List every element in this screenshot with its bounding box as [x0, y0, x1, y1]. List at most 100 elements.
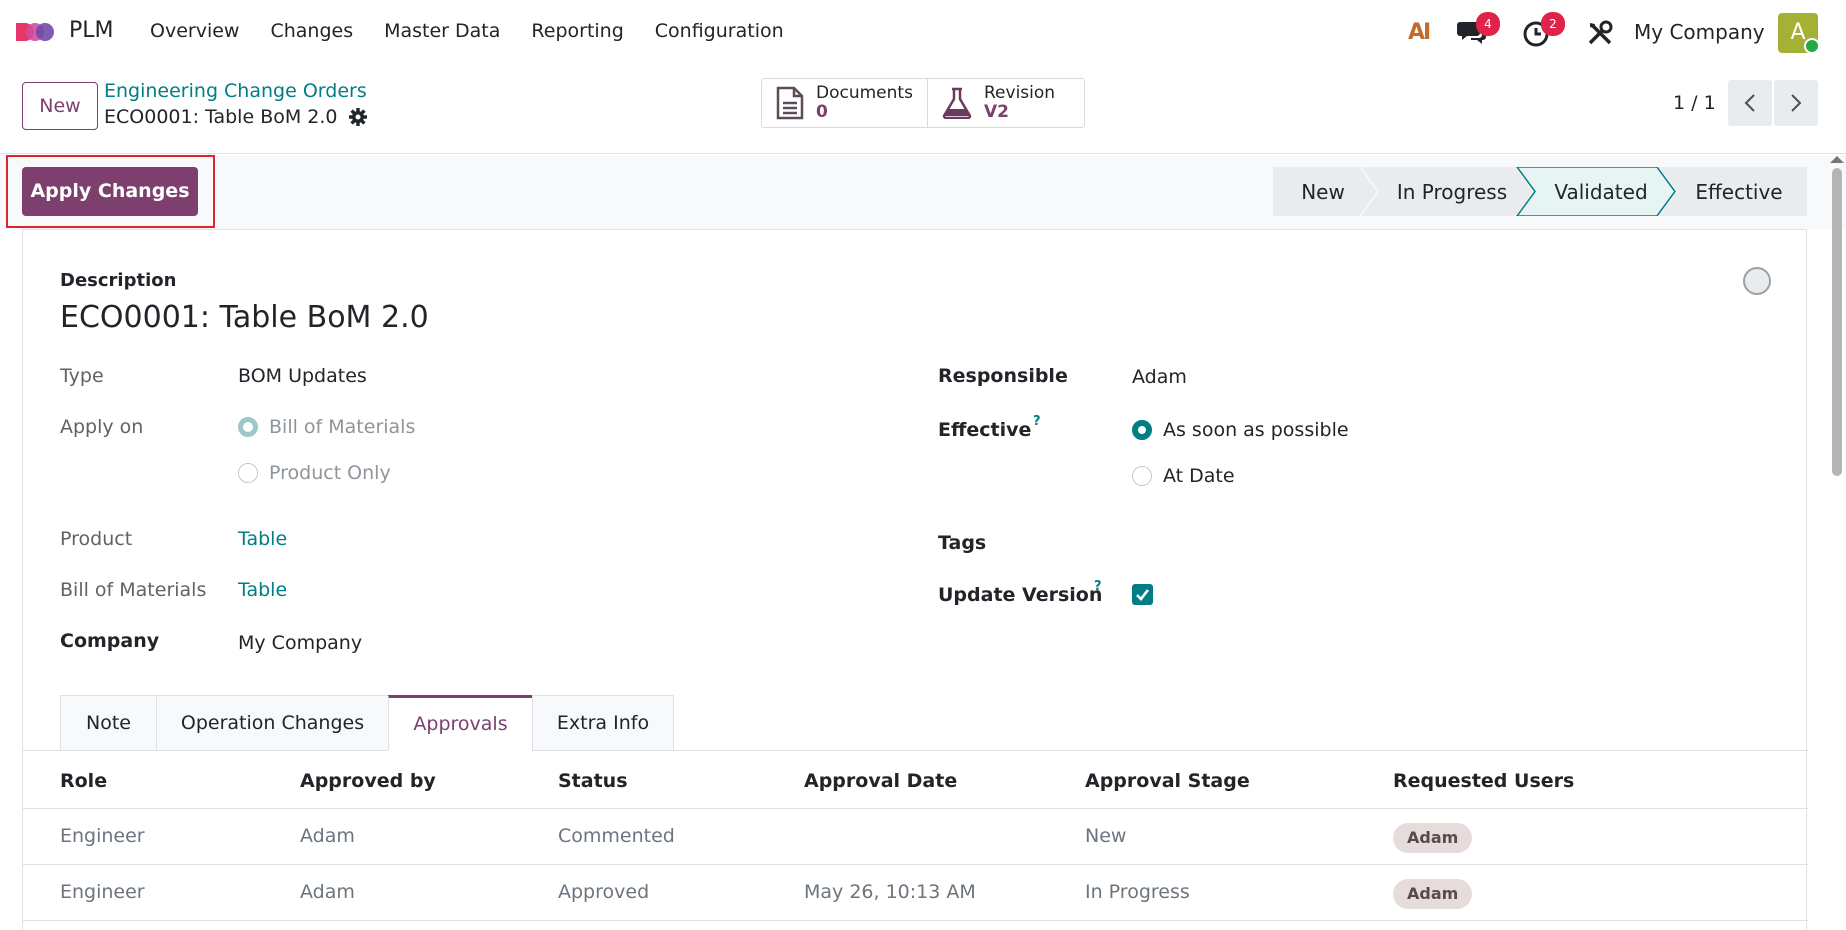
- row1-approved-by: Adam: [300, 825, 355, 847]
- form-sheet: Description ECO0001: Table BoM 2.0 Type …: [22, 229, 1808, 930]
- product-link[interactable]: Table: [238, 528, 287, 550]
- menu-overview[interactable]: Overview: [150, 20, 239, 42]
- tab-extra-info[interactable]: Extra Info: [532, 695, 674, 751]
- update-version-checkbox[interactable]: [1132, 584, 1153, 605]
- company-value[interactable]: My Company: [238, 632, 362, 654]
- row1-role: Engineer: [60, 825, 145, 847]
- ai-icon[interactable]: AI: [1408, 20, 1431, 45]
- effective-asap-label[interactable]: As soon as possible: [1163, 419, 1349, 441]
- stage-effective-label: Effective: [1695, 179, 1783, 204]
- bom-link[interactable]: Table: [238, 579, 287, 601]
- record-title: ECO0001: Table BoM 2.0: [104, 106, 368, 128]
- col-status[interactable]: Status: [558, 770, 628, 792]
- apply-on-bom-radio[interactable]: [238, 417, 258, 437]
- apply-changes-button[interactable]: Apply Changes: [22, 167, 198, 216]
- statusbar: Apply Changes New In Progress Validated …: [0, 155, 1846, 229]
- app-logo-icon[interactable]: [16, 18, 58, 46]
- top-navbar: PLM Overview Changes Master Data Reporti…: [0, 0, 1846, 64]
- effective-asap-radio[interactable]: [1132, 420, 1152, 440]
- control-panel: New Engineering Change Orders ECO0001: T…: [0, 64, 1846, 154]
- effective-help-icon[interactable]: ?: [1033, 414, 1041, 429]
- stage-in-progress[interactable]: In Progress: [1373, 167, 1531, 216]
- effective-date-radio[interactable]: [1132, 466, 1152, 486]
- stage-validated[interactable]: Validated: [1531, 167, 1671, 216]
- documents-count: 0: [816, 102, 828, 122]
- row2-stage: In Progress: [1085, 881, 1190, 903]
- update-version-help-icon[interactable]: ?: [1094, 579, 1102, 594]
- type-value[interactable]: BOM Updates: [238, 365, 367, 387]
- pager-next-button[interactable]: [1774, 80, 1818, 126]
- scroll-up-arrow[interactable]: [1830, 156, 1844, 163]
- stage-new[interactable]: New: [1273, 167, 1373, 216]
- description-title[interactable]: ECO0001: Table BoM 2.0: [60, 300, 429, 335]
- description-label: Description: [60, 270, 177, 291]
- col-requested-users[interactable]: Requested Users: [1393, 770, 1574, 792]
- row2-role: Engineer: [60, 881, 145, 903]
- revision-smart-button[interactable]: Revision V2: [927, 79, 1084, 127]
- smart-buttons: Documents 0 Revision V2: [761, 78, 1085, 128]
- apply-on-label: Apply on: [60, 416, 144, 438]
- app-name[interactable]: PLM: [69, 18, 114, 43]
- chevron-right-icon: [1791, 94, 1802, 112]
- tab-operation-changes[interactable]: Operation Changes: [156, 695, 389, 751]
- col-approval-stage[interactable]: Approval Stage: [1085, 770, 1250, 792]
- tab-note[interactable]: Note: [60, 695, 157, 751]
- breadcrumb-link[interactable]: Engineering Change Orders: [104, 80, 367, 102]
- documents-label: Documents: [816, 83, 913, 103]
- stage-new-label: New: [1301, 179, 1345, 204]
- responsible-value[interactable]: Adam: [1132, 366, 1187, 388]
- revision-value: V2: [984, 102, 1009, 122]
- update-version-label: Update Version: [938, 584, 1103, 606]
- product-label: Product: [60, 528, 133, 550]
- bom-label: Bill of Materials: [60, 579, 207, 601]
- documents-smart-button[interactable]: Documents 0: [762, 79, 927, 127]
- menu-configuration[interactable]: Configuration: [655, 20, 784, 42]
- menu-changes[interactable]: Changes: [270, 20, 353, 42]
- apply-on-bom-label[interactable]: Bill of Materials: [269, 416, 415, 438]
- col-approved-by[interactable]: Approved by: [300, 770, 436, 792]
- pager-value[interactable]: 1 / 1: [1673, 92, 1716, 114]
- record-title-text: ECO0001: Table BoM 2.0: [104, 106, 338, 128]
- row2-user-tag: Adam: [1393, 879, 1473, 909]
- row2-date: May 26, 10:13 AM: [804, 881, 976, 903]
- tab-operation-changes-label: Operation Changes: [180, 712, 365, 734]
- activities-badge: 2: [1541, 12, 1565, 36]
- effective-label: Effective: [938, 419, 1032, 441]
- row2-status: Approved: [558, 881, 650, 903]
- responsible-label: Responsible: [938, 365, 1068, 387]
- effective-date-label[interactable]: At Date: [1163, 465, 1235, 487]
- flask-icon: [942, 87, 972, 119]
- notebook-tabs: Note Operation Changes Approvals Extra I…: [60, 695, 674, 751]
- pager-previous-button[interactable]: [1728, 80, 1772, 126]
- checkmark-icon: [1136, 589, 1150, 601]
- col-approval-date[interactable]: Approval Date: [804, 770, 957, 792]
- header-divider: [23, 808, 1808, 809]
- row-divider: [23, 864, 1808, 865]
- messages-badge: 4: [1476, 12, 1500, 36]
- row2-approved-by: Adam: [300, 881, 355, 903]
- company-label: Company: [60, 630, 160, 652]
- apply-on-product-radio[interactable]: [238, 463, 258, 483]
- revision-label: Revision: [984, 83, 1056, 103]
- col-role[interactable]: Role: [60, 770, 107, 792]
- apply-on-product-label[interactable]: Product Only: [269, 462, 391, 484]
- new-record-button[interactable]: New: [22, 82, 98, 130]
- row1-stage: New: [1085, 825, 1127, 847]
- tab-extra-info-label: Extra Info: [556, 712, 650, 734]
- vertical-scrollbar[interactable]: [1832, 168, 1842, 476]
- tab-approvals[interactable]: Approvals: [388, 695, 533, 751]
- type-label: Type: [60, 365, 104, 387]
- main-menu: Overview Changes Master Data Reporting C…: [150, 20, 815, 42]
- chevron-left-icon: [1744, 94, 1755, 112]
- gear-icon[interactable]: [348, 107, 368, 127]
- menu-master-data[interactable]: Master Data: [384, 20, 500, 42]
- row1-status: Commented: [558, 825, 675, 847]
- stage-effective[interactable]: Effective: [1671, 167, 1807, 216]
- stage-list: New In Progress Validated Effective: [1273, 167, 1807, 216]
- stage-validated-label: Validated: [1554, 179, 1648, 204]
- menu-reporting[interactable]: Reporting: [531, 20, 623, 42]
- tab-note-label: Note: [86, 712, 131, 734]
- tools-icon[interactable]: [1587, 20, 1613, 46]
- company-switcher[interactable]: My Company: [1634, 20, 1765, 44]
- kanban-state-icon[interactable]: [1743, 267, 1771, 295]
